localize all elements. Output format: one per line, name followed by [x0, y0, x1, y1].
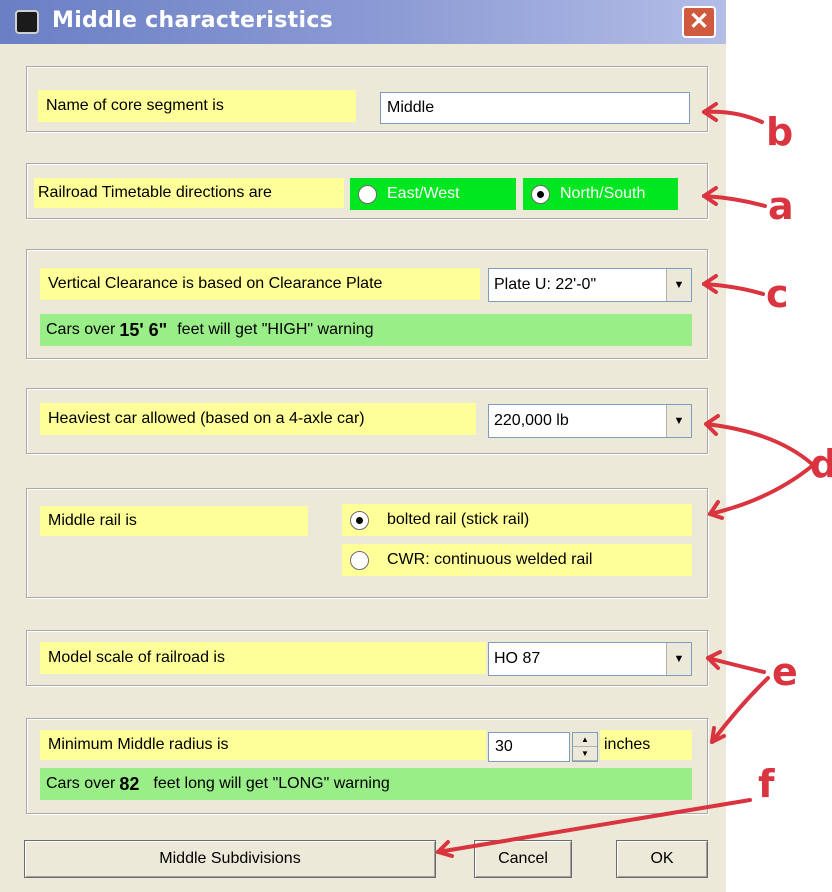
cancel-button[interactable]: Cancel	[474, 840, 572, 878]
radio-circle	[350, 550, 369, 570]
radio-east-west[interactable]: East/West	[350, 178, 516, 210]
long-warning-prefix: Cars over	[46, 775, 116, 792]
radius-unit: inches	[600, 730, 692, 760]
annotation-c: c	[766, 272, 789, 316]
clearance-label: Vertical Clearance is based on Clearance…	[40, 268, 480, 300]
spin-up-icon[interactable]: ▲	[573, 733, 597, 747]
radius-label: Minimum Middle radius is	[40, 730, 486, 760]
high-warning-prefix: Cars over	[46, 321, 116, 338]
radio-north-south-label: North/South	[560, 185, 646, 202]
segment-name-input[interactable]: Middle	[380, 92, 690, 124]
segment-label: Name of core segment is	[38, 90, 356, 122]
radio-north-south[interactable]: North/South	[523, 178, 678, 210]
annotation-f: f	[758, 762, 775, 806]
spin-down-icon[interactable]: ▼	[573, 747, 597, 761]
ok-button[interactable]: OK	[616, 840, 708, 878]
weight-select[interactable]: 220,000 lb ▼	[488, 404, 692, 438]
high-warning: Cars over 15' 6" feet will get "HIGH" wa…	[40, 314, 692, 346]
scale-value: HO 87	[494, 650, 541, 667]
scale-label: Model scale of railroad is	[40, 642, 486, 674]
weight-value: 220,000 lb	[494, 412, 569, 429]
high-warning-value: 15' 6"	[119, 319, 168, 340]
close-button[interactable]: ✕	[682, 6, 716, 38]
chevron-down-icon[interactable]: ▼	[666, 269, 691, 301]
radio-cwr-label: CWR: continuous welded rail	[387, 551, 593, 568]
clearance-plate-value: Plate U: 22'-0"	[494, 276, 597, 293]
app-icon	[15, 10, 39, 34]
title-bar[interactable]: Middle characteristics ✕	[0, 0, 726, 44]
dialog-window: Middle characteristics ✕ Name of core se…	[0, 0, 726, 892]
radio-circle-selected	[531, 184, 550, 204]
radio-bolted-rail[interactable]: bolted rail (stick rail)	[342, 504, 692, 536]
radio-bolted-rail-label: bolted rail (stick rail)	[387, 511, 530, 528]
weight-label: Heaviest car allowed (based on a 4-axle …	[40, 403, 476, 435]
rail-label: Middle rail is	[40, 506, 308, 536]
long-warning-suffix: feet long will get "LONG" warning	[153, 775, 390, 792]
subdivisions-button[interactable]: Middle Subdivisions	[24, 840, 436, 878]
annotation-a: a	[768, 184, 794, 228]
scale-select[interactable]: HO 87 ▼	[488, 642, 692, 676]
radio-cwr[interactable]: CWR: continuous welded rail	[342, 544, 692, 576]
radius-spinner[interactable]: ▲ ▼	[572, 732, 598, 762]
chevron-down-icon[interactable]: ▼	[666, 643, 691, 675]
long-warning-value: 82	[119, 773, 140, 794]
annotation-b: b	[766, 110, 794, 154]
high-warning-suffix: feet will get "HIGH" warning	[177, 321, 374, 338]
clearance-plate-select[interactable]: Plate U: 22'-0" ▼	[488, 268, 692, 302]
annotation-e: e	[772, 650, 798, 694]
long-warning: Cars over 82 feet long will get "LONG" w…	[40, 768, 692, 800]
directions-label: Railroad Timetable directions are	[34, 178, 344, 208]
radius-input[interactable]: 30	[488, 732, 570, 762]
radio-circle-selected	[350, 510, 369, 530]
window-title: Middle characteristics	[52, 8, 334, 33]
chevron-down-icon[interactable]: ▼	[666, 405, 691, 437]
annotation-d: d	[810, 442, 832, 486]
radio-circle	[358, 184, 377, 204]
radio-east-west-label: East/West	[387, 185, 460, 202]
